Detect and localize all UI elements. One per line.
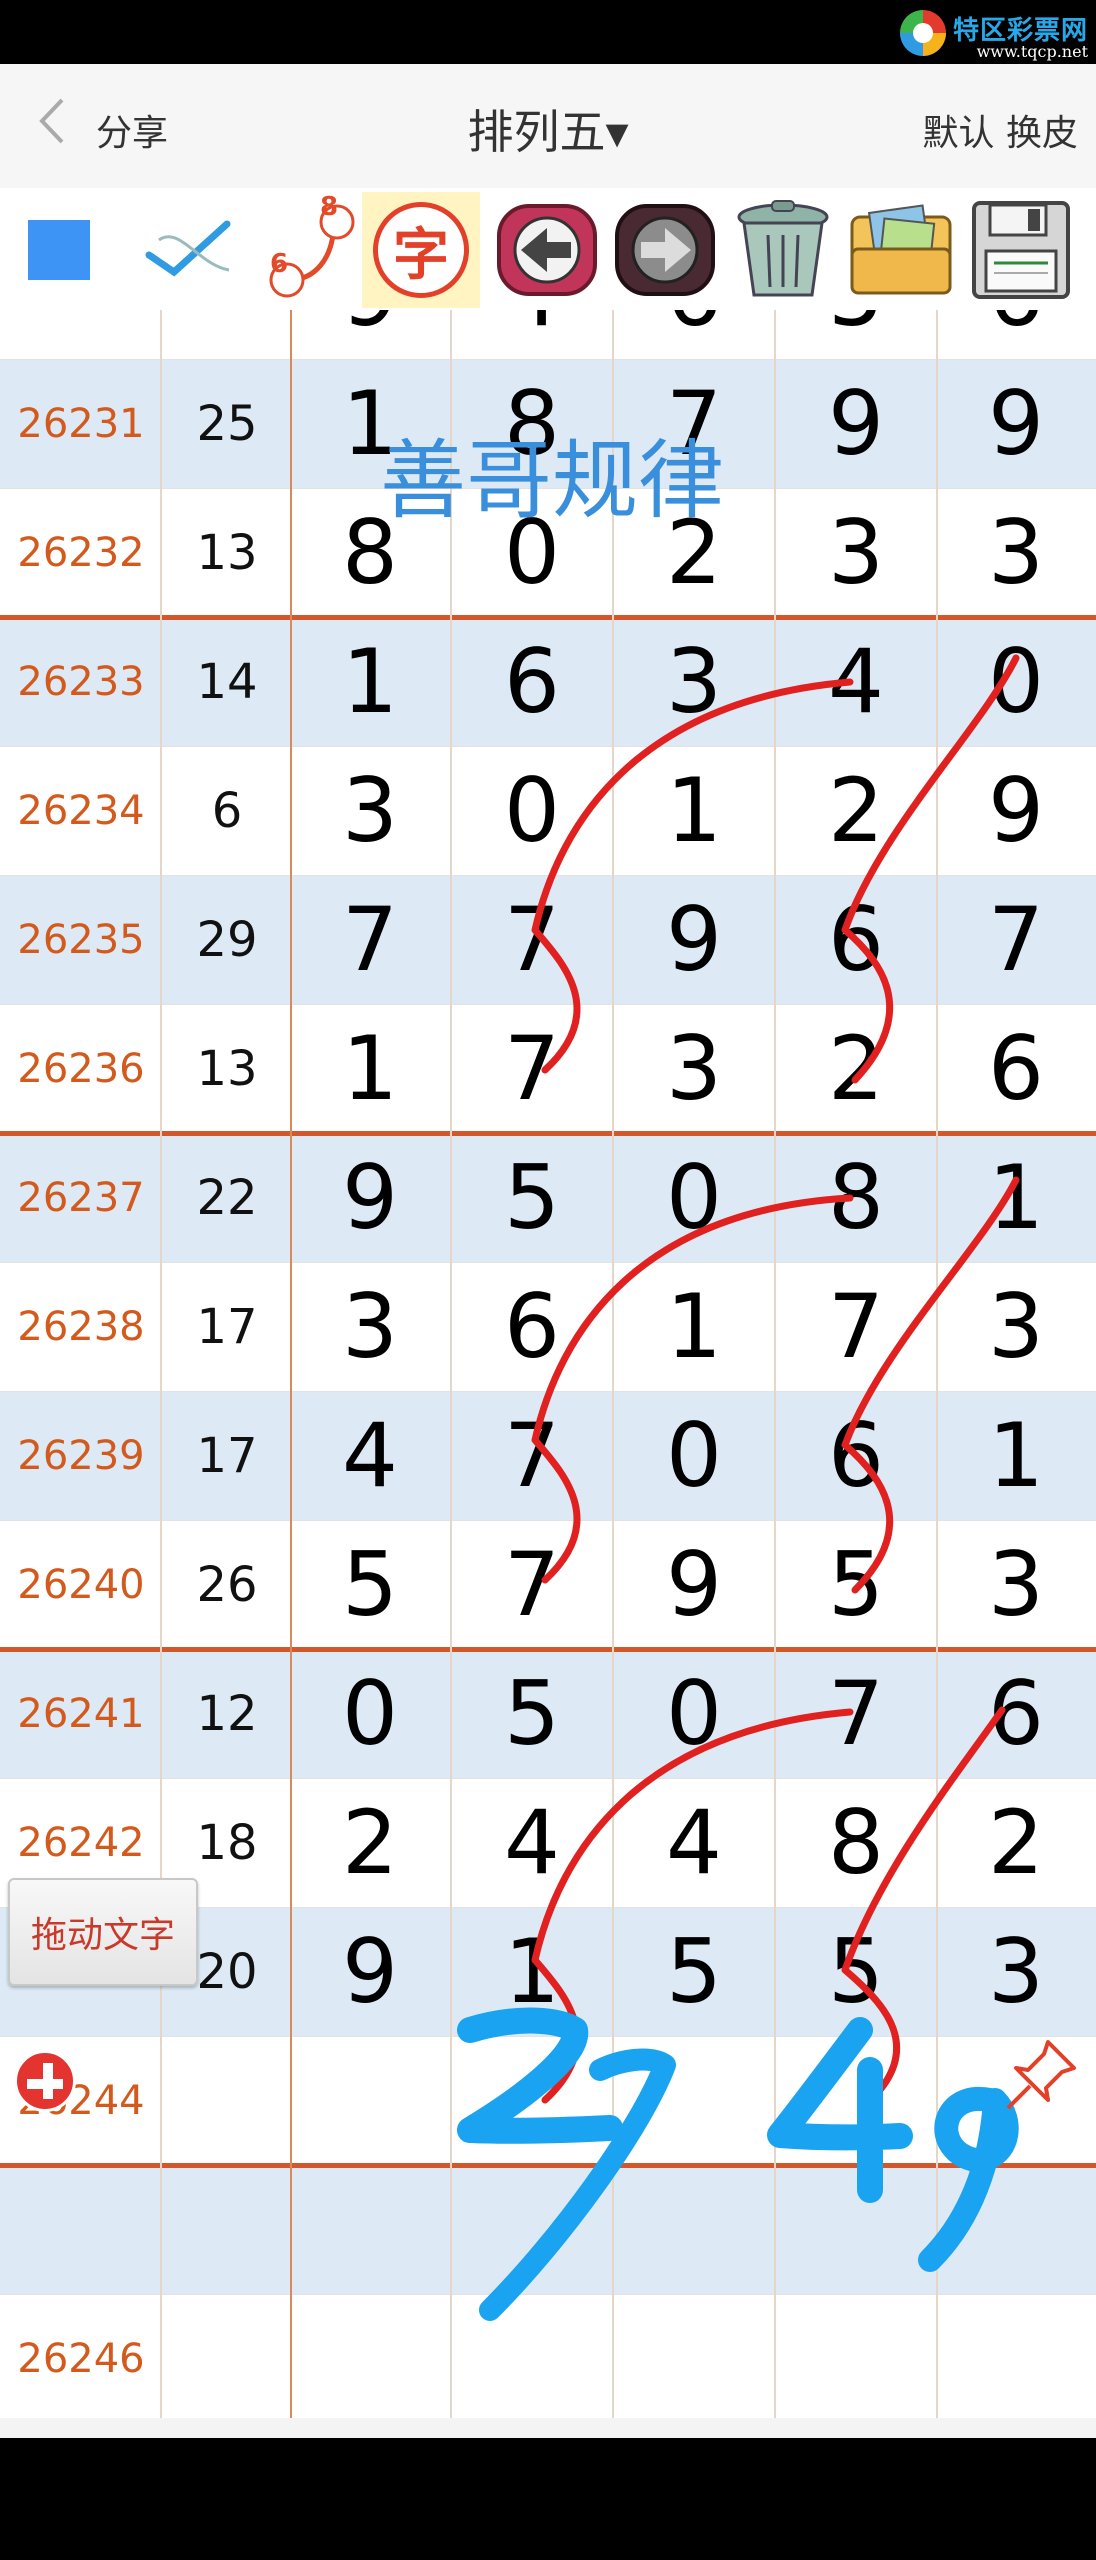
curve-number-button[interactable]: 6 8 bbox=[250, 192, 368, 308]
trash-icon bbox=[737, 200, 829, 297]
add-icon[interactable] bbox=[14, 2050, 76, 2112]
redo-button[interactable] bbox=[606, 192, 724, 308]
watermark-logo-icon bbox=[900, 10, 946, 56]
navigation-area bbox=[0, 2438, 1096, 2560]
save-button[interactable] bbox=[962, 192, 1080, 308]
bottom-bar bbox=[0, 2418, 1096, 2438]
photo-folder-icon bbox=[850, 204, 952, 295]
curve-end-number: 8 bbox=[320, 192, 339, 222]
lottery-trend-table[interactable]: 9465626231251879926232138023326233141634… bbox=[0, 310, 1096, 2418]
watermark-url: www.tqcp.net bbox=[976, 42, 1088, 61]
red-trend-stroke bbox=[841, 1176, 1020, 1594]
color-square-icon bbox=[28, 220, 90, 280]
floppy-save-icon bbox=[972, 201, 1070, 299]
drawing-toolbar: 6 8 字 bbox=[0, 188, 1096, 310]
status-bar: 特区彩票网 www.tqcp.net bbox=[0, 0, 1096, 64]
pen-check-icon bbox=[145, 220, 231, 277]
header-actions: 默认 换皮 bbox=[923, 104, 1078, 156]
hand-drawn-annotations bbox=[457, 654, 1020, 2321]
red-trend-stroke bbox=[531, 1194, 854, 1584]
change-skin-button[interactable]: 换皮 bbox=[1006, 113, 1078, 154]
undo-arrow-icon bbox=[497, 204, 597, 296]
red-trend-stroke bbox=[531, 678, 854, 1074]
color-square-button[interactable] bbox=[0, 192, 118, 308]
drag-text-button[interactable]: 拖动文字 bbox=[8, 1878, 198, 1986]
text-tool-button[interactable]: 字 bbox=[362, 192, 480, 308]
pin-icon[interactable] bbox=[1000, 2036, 1080, 2116]
redo-arrow-icon bbox=[615, 204, 715, 296]
trash-button[interactable] bbox=[724, 192, 842, 308]
text-icon: 字 bbox=[373, 202, 469, 298]
text-icon-label: 字 bbox=[393, 222, 449, 288]
curve-start-number: 6 bbox=[270, 249, 289, 279]
default-button[interactable]: 默认 bbox=[923, 113, 995, 154]
app-header: 分享 排列五▾ 默认 换皮 bbox=[0, 64, 1096, 189]
blue-handwriting-stroke bbox=[918, 2086, 1019, 2272]
red-trend-stroke bbox=[841, 654, 1020, 1084]
blue-handwriting-stroke bbox=[457, 2007, 623, 2144]
pen-check-button[interactable] bbox=[130, 192, 248, 308]
undo-button[interactable] bbox=[488, 192, 606, 308]
photo-folder-button[interactable] bbox=[842, 192, 960, 308]
blue-handwriting-stroke bbox=[767, 2017, 913, 2203]
